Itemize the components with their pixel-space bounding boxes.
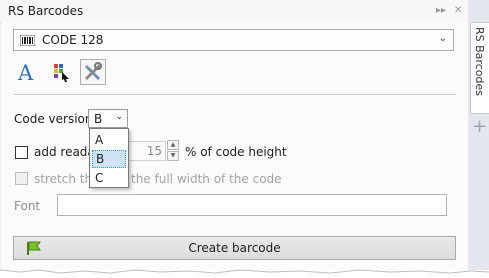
tools-icon: [85, 62, 102, 80]
chevron-down-icon: ⌄: [115, 112, 123, 122]
code-version-option-a[interactable]: A: [92, 131, 126, 149]
code-version-dropdown: A B C: [89, 128, 129, 188]
barcode-type-value: CODE 128: [42, 33, 104, 47]
close-icon[interactable]: ✕: [454, 5, 462, 16]
section-divider: [14, 94, 456, 95]
panel-title: RS Barcodes: [8, 4, 84, 18]
stretch-label-end: the full width of the code: [131, 172, 282, 186]
stepper-up-icon[interactable]: ▲: [167, 140, 179, 150]
panel-titlebar: RS Barcodes ▸▸ ✕: [0, 0, 468, 23]
create-barcode-label: Create barcode: [188, 241, 281, 255]
torn-edge: [0, 269, 489, 278]
create-barcode-button[interactable]: Create barcode: [13, 236, 456, 260]
pin-icon[interactable]: ▸▸: [436, 5, 446, 16]
color-palette-icon: [54, 64, 69, 82]
text-height-suffix: % of code height: [185, 145, 287, 159]
font-label: Font: [14, 199, 41, 213]
code-version-label: Code version: [14, 112, 93, 126]
stretch-checkbox[interactable]: [15, 172, 28, 185]
letter-a-icon: A: [17, 61, 34, 85]
barcode-type-select[interactable]: CODE 128 ⌄: [13, 29, 454, 51]
side-tab-rs-barcodes[interactable]: RS Barcodes: [470, 22, 489, 114]
code-version-option-b[interactable]: B: [92, 150, 126, 168]
code-version-option-c[interactable]: C: [92, 169, 126, 187]
code-version-value: B: [94, 112, 103, 126]
font-input[interactable]: [57, 194, 447, 216]
text-height-input[interactable]: 15: [128, 141, 166, 161]
readable-text-checkbox[interactable]: [15, 146, 28, 159]
barcode-icon: [19, 34, 36, 49]
text-format-tool[interactable]: A: [14, 59, 40, 85]
svg-text:A: A: [17, 61, 34, 85]
code-version-select[interactable]: B ⌄: [88, 109, 128, 128]
stepper-down-icon[interactable]: ▼: [167, 151, 179, 161]
color-tool[interactable]: [49, 59, 75, 85]
settings-tool[interactable]: [80, 59, 106, 85]
text-height-stepper[interactable]: ▲ ▼: [167, 140, 179, 162]
readable-text-label: add reada: [34, 145, 95, 159]
add-panel-icon[interactable]: +: [472, 116, 487, 137]
chevron-down-icon: ⌄: [438, 33, 447, 44]
side-tab-label: RS Barcodes: [473, 27, 486, 96]
